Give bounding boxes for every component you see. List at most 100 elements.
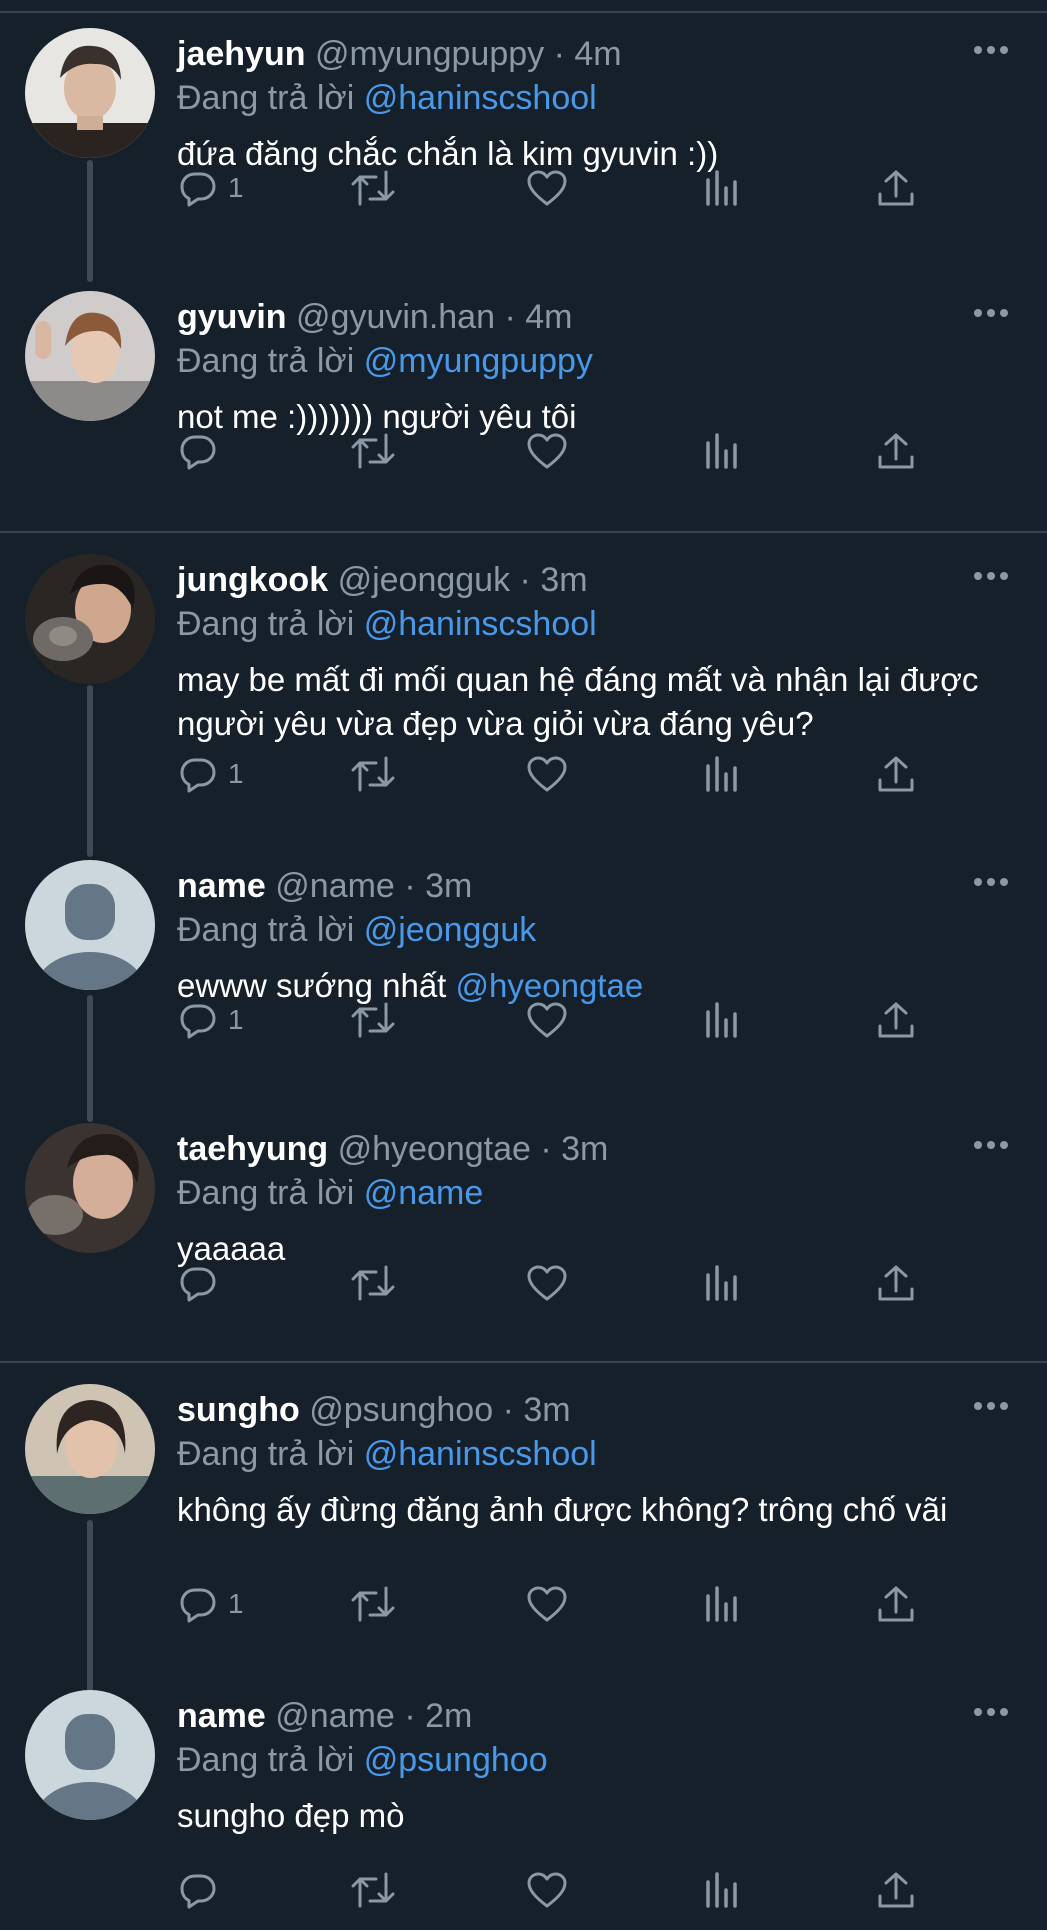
retweet-icon <box>351 756 395 792</box>
reply-to-mention[interactable]: @haninscshool <box>364 1435 597 1473</box>
share-button[interactable] <box>876 994 916 1046</box>
views-button[interactable] <box>704 1257 740 1309</box>
views-button[interactable] <box>704 994 740 1046</box>
reply-button[interactable]: 1 <box>178 994 244 1046</box>
like-button[interactable] <box>526 162 568 214</box>
display-name[interactable]: jungkook <box>177 561 328 599</box>
avatar[interactable] <box>25 28 155 158</box>
tweet[interactable]: name @name · 3m Đang trả lời @jeongguk e… <box>0 860 1047 1100</box>
analytics-icon <box>706 756 737 792</box>
reply-button[interactable]: 1 <box>178 1578 244 1630</box>
display-name[interactable]: sungho <box>177 1391 300 1429</box>
more-options-button[interactable] <box>971 1123 1011 1167</box>
like-button[interactable] <box>526 1864 568 1916</box>
like-button[interactable] <box>526 1578 568 1630</box>
user-handle[interactable]: @name <box>275 867 395 905</box>
avatar[interactable] <box>25 554 155 684</box>
reply-to-mention[interactable]: @myungpuppy <box>364 342 593 380</box>
tweet-header: jaehyun @myungpuppy · 4m <box>177 32 1047 76</box>
display-name[interactable]: gyuvin <box>177 298 287 336</box>
tweet-header: name @name · 2m <box>177 1694 1047 1738</box>
more-options-button[interactable] <box>971 860 1011 904</box>
tweet[interactable]: sungho @psunghoo · 3m Đang trả lời @hani… <box>0 1384 1047 1624</box>
views-button[interactable] <box>704 162 740 214</box>
timestamp[interactable]: 3m <box>561 1130 608 1168</box>
avatar[interactable] <box>25 860 155 990</box>
separator-dot: · <box>553 35 565 73</box>
retweet-button[interactable] <box>350 425 396 477</box>
more-options-button[interactable] <box>971 1384 1011 1428</box>
separator-dot: · <box>504 298 516 336</box>
reply-to-mention[interactable]: @jeongguk <box>364 911 537 949</box>
share-button[interactable] <box>876 1864 916 1916</box>
user-handle[interactable]: @hyeongtae <box>338 1130 531 1168</box>
display-name[interactable]: name <box>177 867 266 905</box>
user-handle[interactable]: @name <box>275 1697 395 1735</box>
reply-button[interactable] <box>178 425 228 477</box>
reply-button[interactable]: 1 <box>178 748 244 800</box>
more-options-button[interactable] <box>971 28 1011 72</box>
display-name[interactable]: jaehyun <box>177 35 305 73</box>
retweet-button[interactable] <box>350 748 396 800</box>
share-button[interactable] <box>876 748 916 800</box>
more-dots-icon <box>974 1708 1008 1716</box>
like-button[interactable] <box>526 425 568 477</box>
tweet[interactable]: jungkook @jeongguk · 3m Đang trả lời @ha… <box>0 554 1047 794</box>
separator-dot: · <box>404 1697 416 1735</box>
timestamp[interactable]: 2m <box>425 1697 472 1735</box>
display-name[interactable]: name <box>177 1697 266 1735</box>
more-options-button[interactable] <box>971 554 1011 598</box>
replying-to: Đang trả lời @jeongguk <box>177 908 536 952</box>
reply-button[interactable]: 1 <box>178 162 244 214</box>
like-button[interactable] <box>526 994 568 1046</box>
more-options-button[interactable] <box>971 1690 1011 1734</box>
avatar[interactable] <box>25 1384 155 1514</box>
retweet-button[interactable] <box>350 1257 396 1309</box>
heart-icon <box>527 170 567 206</box>
retweet-button[interactable] <box>350 162 396 214</box>
user-handle[interactable]: @myungpuppy <box>315 35 544 73</box>
user-handle[interactable]: @jeongguk <box>338 561 511 599</box>
timestamp[interactable]: 3m <box>425 867 472 905</box>
tweet[interactable]: taehyung @hyeongtae · 3m Đang trả lời @n… <box>0 1123 1047 1363</box>
reply-to-mention[interactable]: @name <box>364 1174 484 1212</box>
timestamp[interactable]: 4m <box>574 35 621 73</box>
avatar[interactable] <box>25 1123 155 1253</box>
reply-to-mention[interactable]: @psunghoo <box>364 1741 548 1779</box>
share-button[interactable] <box>876 162 916 214</box>
retweet-button[interactable] <box>350 994 396 1046</box>
timestamp[interactable]: 4m <box>525 298 572 336</box>
tweet[interactable]: gyuvin @gyuvin.han · 4m Đang trả lời @my… <box>0 291 1047 531</box>
reply-icon <box>180 1588 216 1623</box>
timestamp[interactable]: 3m <box>523 1391 570 1429</box>
tweet[interactable]: name @name · 2m Đang trả lời @psunghoo s… <box>0 1690 1047 1930</box>
display-name[interactable]: taehyung <box>177 1130 328 1168</box>
timestamp[interactable]: 3m <box>540 561 587 599</box>
views-button[interactable] <box>704 1578 740 1630</box>
action-bar <box>0 1864 1047 1916</box>
share-button[interactable] <box>876 425 916 477</box>
action-bar <box>0 425 1047 477</box>
reply-to-mention[interactable]: @haninscshool <box>364 605 597 643</box>
tweet[interactable]: jaehyun @myungpuppy · 4m Đang trả lời @h… <box>0 28 1047 268</box>
replying-to-label: Đang trả lời <box>177 1174 355 1212</box>
analytics-icon <box>706 433 737 469</box>
reply-button[interactable] <box>178 1257 228 1309</box>
views-button[interactable] <box>704 425 740 477</box>
share-button[interactable] <box>876 1257 916 1309</box>
retweet-button[interactable] <box>350 1578 396 1630</box>
reply-to-mention[interactable]: @haninscshool <box>364 79 597 117</box>
views-button[interactable] <box>704 1864 740 1916</box>
retweet-button[interactable] <box>350 1864 396 1916</box>
views-button[interactable] <box>704 748 740 800</box>
user-handle[interactable]: @gyuvin.han <box>296 298 495 336</box>
like-button[interactable] <box>526 1257 568 1309</box>
avatar[interactable] <box>25 1690 155 1820</box>
avatar[interactable] <box>25 291 155 421</box>
user-handle[interactable]: @psunghoo <box>309 1391 493 1429</box>
reply-button[interactable] <box>178 1864 228 1916</box>
more-options-button[interactable] <box>971 291 1011 335</box>
reply-icon <box>180 1004 216 1039</box>
share-button[interactable] <box>876 1578 916 1630</box>
like-button[interactable] <box>526 748 568 800</box>
